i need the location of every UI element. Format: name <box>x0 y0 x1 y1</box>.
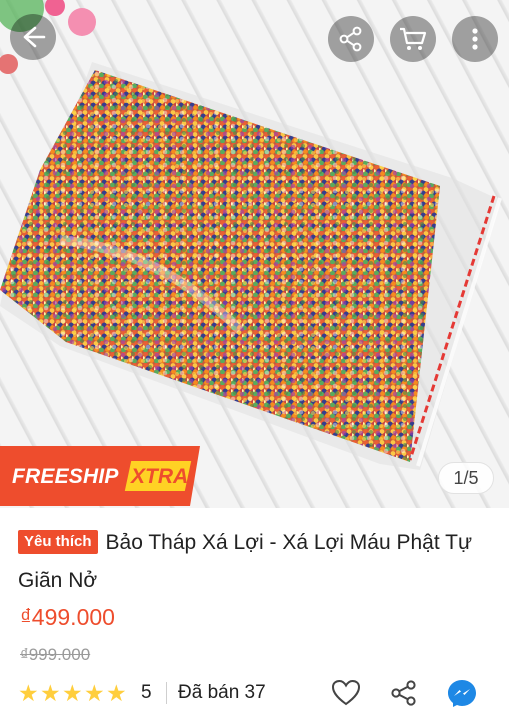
messenger-icon <box>448 680 476 707</box>
freeship-xtra-badge: FREESHIP XTRA <box>0 446 200 506</box>
product-info-section: Yêu thích Bảo Tháp Xá Lợi - Xá Lợi Máu Ph… <box>0 508 509 720</box>
arrow-left-icon <box>23 26 46 48</box>
star-icon: ★ <box>40 680 61 706</box>
star-icon: ★ <box>18 680 39 706</box>
cart-icon <box>400 27 427 50</box>
divider <box>166 682 167 704</box>
cart-button[interactable] <box>390 16 436 62</box>
more-options-button[interactable] <box>452 16 498 62</box>
share-icon <box>391 680 416 706</box>
messenger-button[interactable] <box>446 678 478 708</box>
rating-row: ★★★★★ 5 Đã bán 37 <box>18 678 498 708</box>
back-button[interactable] <box>10 14 56 60</box>
star-icon: ★ <box>62 680 83 706</box>
rating-value: 5 <box>141 682 152 703</box>
share-button[interactable] <box>328 16 374 62</box>
share-icon <box>339 26 362 52</box>
original-price: ₫999.000 <box>20 645 91 664</box>
product-price: ₫499.000 <box>20 604 115 630</box>
sold-count: Đã bán 37 <box>178 682 266 703</box>
share-product-button[interactable] <box>388 678 420 708</box>
image-counter: 1/5 <box>438 462 494 494</box>
star-icon: ★ <box>106 680 127 706</box>
product-title-block: Yêu thích Bảo Tháp Xá Lợi - Xá Lợi Máu Ph… <box>18 524 498 600</box>
xtra-label: XTRA <box>131 465 189 488</box>
heart-icon <box>331 679 361 706</box>
like-button[interactable] <box>330 678 362 708</box>
more-vertical-icon <box>472 28 478 50</box>
favorite-badge: Yêu thích <box>18 530 98 554</box>
freeship-label: FREESHIP <box>12 465 119 488</box>
product-image <box>0 0 502 470</box>
star-icon: ★ <box>84 680 105 706</box>
star-rating: ★★★★★ <box>18 680 128 707</box>
product-image-gallery[interactable]: FREESHIP XTRA 1/5 <box>0 0 509 508</box>
